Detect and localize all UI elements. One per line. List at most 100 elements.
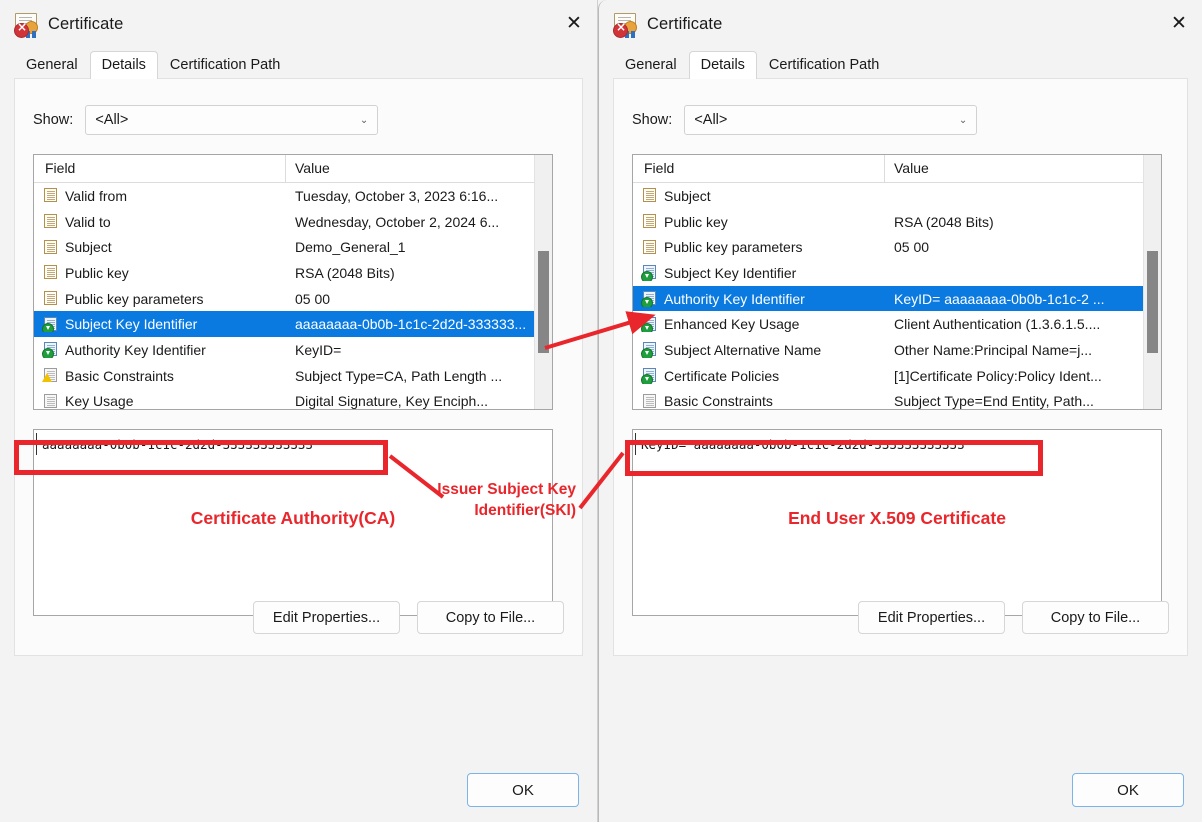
field-name: Subject [664, 187, 711, 204]
field-value-text: aaaaaaaa-0b0b-1c1c-2d2d-333333333333 [42, 437, 313, 452]
tab-details[interactable]: Details [89, 51, 158, 79]
table-row[interactable]: Enhanced Key Usage Client Authentication… [633, 311, 1161, 337]
field-value: Demo_General_1 [295, 239, 406, 256]
table-row-selected-subject-key-identifier[interactable]: Subject Key Identifier aaaaaaaa-0b0b-1c1… [34, 311, 552, 338]
titlebar-left: Certificate ✕ [0, 0, 597, 48]
field-value-box-left[interactable]: aaaaaaaa-0b0b-1c1c-2d2d-333333333333 Cer… [33, 429, 553, 616]
field-list-scrollbar-left[interactable] [534, 155, 552, 409]
show-dropdown-value: <All> [694, 112, 728, 128]
table-row[interactable]: Subject Key Identifier [633, 260, 1161, 286]
tab-general[interactable]: General [14, 51, 90, 79]
column-header-field: Field [633, 155, 885, 182]
field-name: Public key parameters [65, 290, 204, 307]
table-row[interactable]: Public key RSA (2048 Bits) [633, 209, 1161, 235]
certificate-revoked-icon [14, 12, 38, 38]
certificate-dialog-right: Certificate ✕ General Details Certificat… [598, 0, 1202, 822]
field-page-icon [43, 265, 58, 280]
field-value: RSA (2048 Bits) [295, 264, 395, 281]
field-name: Certificate Policies [664, 367, 780, 384]
action-buttons-right: Edit Properties... Copy to File... [858, 601, 1169, 634]
annotation-end-user-certificate: End User X.509 Certificate [788, 508, 1006, 528]
field-name: Authority Key Identifier [65, 341, 206, 358]
field-page-icon [43, 188, 58, 203]
column-header-field: Field [34, 155, 286, 182]
table-row[interactable]: Authority Key Identifier KeyID= [34, 337, 552, 363]
table-row[interactable]: Subject Alternative Name Other Name:Prin… [633, 337, 1161, 363]
field-name: Subject [65, 239, 112, 256]
field-extension-icon [641, 291, 657, 307]
field-page-icon [43, 214, 58, 229]
field-extension-icon [641, 316, 657, 333]
field-page-icon [642, 239, 657, 255]
table-row[interactable]: Valid from Tuesday, October 3, 2023 6:16… [34, 183, 552, 209]
field-name: Enhanced Key Usage [664, 316, 800, 333]
show-label: Show: [33, 112, 74, 128]
field-value: Digital Signature, Key Enciph... [295, 393, 488, 410]
tab-details[interactable]: Details [688, 51, 757, 79]
field-list-header-right: Field Value [633, 155, 1161, 183]
text-caret [635, 433, 636, 455]
show-dropdown[interactable]: <All> ⌄ [684, 105, 978, 135]
certificate-dialog-left: Certificate ✕ General Details Certificat… [0, 0, 598, 822]
field-name: Public key parameters [664, 239, 803, 256]
table-row[interactable]: Basic Constraints Subject Type=End Entit… [633, 389, 1161, 410]
window-title: Certificate [48, 14, 124, 33]
field-gray-icon [642, 393, 657, 409]
table-row[interactable]: Public key parameters 05 00 [34, 286, 552, 312]
edit-properties-button[interactable]: Edit Properties... [253, 601, 400, 634]
field-value: KeyID= [295, 341, 342, 358]
table-row[interactable]: Subject Demo_General_1 [34, 234, 552, 260]
column-header-value: Value [894, 160, 929, 176]
field-list-rows-right: Subject Public key RSA (2048 Bits) Publi… [633, 183, 1161, 410]
field-name: Subject Key Identifier [664, 264, 797, 281]
scrollbar-thumb[interactable] [538, 251, 549, 353]
scrollbar-thumb[interactable] [1147, 251, 1158, 353]
field-name: Subject Alternative Name [664, 341, 822, 358]
field-page-icon [43, 291, 58, 306]
table-row[interactable]: Basic Constraints Subject Type=CA, Path … [34, 363, 552, 389]
action-buttons-left: Edit Properties... Copy to File... [253, 601, 564, 634]
field-name: Public key [664, 213, 728, 230]
field-list-left[interactable]: Field Value Valid from Tuesday, October … [33, 154, 553, 410]
close-icon[interactable]: ✕ [551, 0, 597, 46]
field-value-box-right[interactable]: KeyID= aaaaaaaa-0b0b-1c1c-2d2d-333333333… [632, 429, 1162, 616]
table-row[interactable]: Public key RSA (2048 Bits) [34, 260, 552, 286]
ok-button[interactable]: OK [1072, 773, 1184, 807]
table-row[interactable]: Subject [633, 183, 1161, 209]
field-value: KeyID= aaaaaaaa-0b0b-1c1c-2 ... [894, 290, 1105, 307]
chevron-down-icon: ⌄ [359, 114, 369, 126]
field-name: Key Usage [65, 393, 134, 410]
close-icon[interactable]: ✕ [1156, 0, 1202, 46]
ok-button[interactable]: OK [467, 773, 579, 807]
table-row[interactable]: Valid to Wednesday, October 2, 2024 6... [34, 209, 552, 235]
tab-certification-path[interactable]: Certification Path [158, 51, 292, 79]
field-warning-icon [42, 368, 58, 383]
field-extension-icon [641, 265, 657, 281]
table-row[interactable]: Certificate Policies [1]Certificate Poli… [633, 363, 1161, 389]
tab-certification-path[interactable]: Certification Path [757, 51, 891, 79]
copy-to-file-button[interactable]: Copy to File... [1022, 601, 1169, 634]
field-gray-icon [43, 393, 58, 409]
table-row-selected-authority-key-identifier[interactable]: Authority Key Identifier KeyID= aaaaaaaa… [633, 285, 1161, 312]
chevron-down-icon: ⌄ [958, 114, 968, 126]
table-row[interactable]: Public key parameters 05 00 [633, 234, 1161, 260]
field-value: 05 00 [894, 239, 930, 256]
field-value: Wednesday, October 2, 2024 6... [295, 213, 500, 230]
tabstrip-right: General Details Certification Path [613, 48, 1202, 79]
field-name: Basic Constraints [664, 393, 773, 410]
field-list-header-left: Field Value [34, 155, 552, 183]
field-list-scrollbar-right[interactable] [1143, 155, 1161, 409]
details-tab-page-right: Show: <All> ⌄ Field Value Subject Public… [613, 78, 1188, 656]
field-value: Subject Type=End Entity, Path... [894, 393, 1094, 410]
copy-to-file-button[interactable]: Copy to File... [417, 601, 564, 634]
show-label: Show: [632, 112, 673, 128]
edit-properties-button[interactable]: Edit Properties... [858, 601, 1005, 634]
field-extension-icon [42, 316, 58, 333]
table-row[interactable]: Key Usage Digital Signature, Key Enciph.… [34, 389, 552, 410]
tabstrip-left: General Details Certification Path [14, 48, 597, 79]
show-filter-row-right: Show: <All> ⌄ [632, 105, 1187, 135]
field-value: 05 00 [295, 290, 331, 307]
show-dropdown[interactable]: <All> ⌄ [85, 105, 379, 135]
tab-general[interactable]: General [613, 51, 689, 79]
field-list-right[interactable]: Field Value Subject Public key RSA (2048… [632, 154, 1162, 410]
